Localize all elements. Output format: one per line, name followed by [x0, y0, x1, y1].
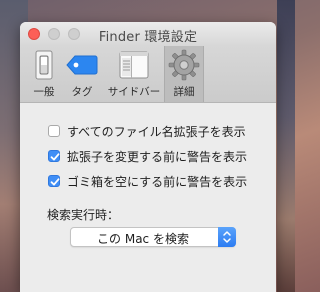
- window-title: Finder 環境設定: [98, 30, 198, 45]
- tab-advanced[interactable]: 詳細: [164, 46, 204, 102]
- search-scope-popup[interactable]: この Mac を検索: [70, 227, 236, 247]
- sidebar-icon: [119, 51, 149, 83]
- warn-extension-change-checkbox[interactable]: [48, 150, 60, 162]
- title-bar[interactable]: Finder 環境設定: [20, 22, 276, 46]
- tab-general-label: 一般: [33, 86, 55, 98]
- checkmark-icon: [50, 153, 60, 161]
- tab-sidebar-label: サイドバー: [107, 86, 161, 98]
- finder-preferences-window: Finder 環境設定 一般 タグ サイドバー 詳細 すべてのファイル名拡張子を…: [20, 22, 276, 292]
- light-switch-icon: [33, 49, 55, 85]
- warn-extension-change-option[interactable]: 拡張子を変更する前に警告を表示: [48, 148, 247, 164]
- search-scope-value: この Mac を検索: [97, 232, 189, 246]
- tab-sidebar[interactable]: サイドバー: [104, 46, 164, 102]
- updown-chevron-icon: [218, 227, 236, 247]
- warn-extension-change-label: 拡張子を変更する前に警告を表示: [67, 149, 248, 164]
- gear-icon: [168, 49, 200, 85]
- show-extensions-label: すべてのファイル名拡張子を表示: [67, 124, 246, 139]
- warn-empty-trash-label: ゴミ箱を空にする前に警告を表示: [67, 174, 248, 189]
- tag-icon: [66, 55, 98, 79]
- search-scope-label: 検索実行時：: [47, 208, 120, 222]
- advanced-pane: すべてのファイル名拡張子を表示 拡張子を変更する前に警告を表示 ゴミ箱を空にする…: [20, 103, 276, 292]
- tab-tags[interactable]: タグ: [64, 46, 100, 102]
- tab-general[interactable]: 一般: [26, 46, 62, 102]
- warn-empty-trash-option[interactable]: ゴミ箱を空にする前に警告を表示: [48, 173, 247, 189]
- warn-empty-trash-checkbox[interactable]: [48, 175, 60, 187]
- desktop-wallpaper-right: [277, 0, 295, 292]
- checkmark-icon: [50, 178, 60, 186]
- show-extensions-checkbox[interactable]: [48, 125, 60, 137]
- tab-advanced-label: 詳細: [173, 86, 195, 98]
- tab-tags-label: タグ: [71, 86, 93, 98]
- preferences-toolbar: 一般 タグ サイドバー 詳細: [20, 46, 276, 103]
- show-extensions-option[interactable]: すべてのファイル名拡張子を表示: [48, 123, 246, 139]
